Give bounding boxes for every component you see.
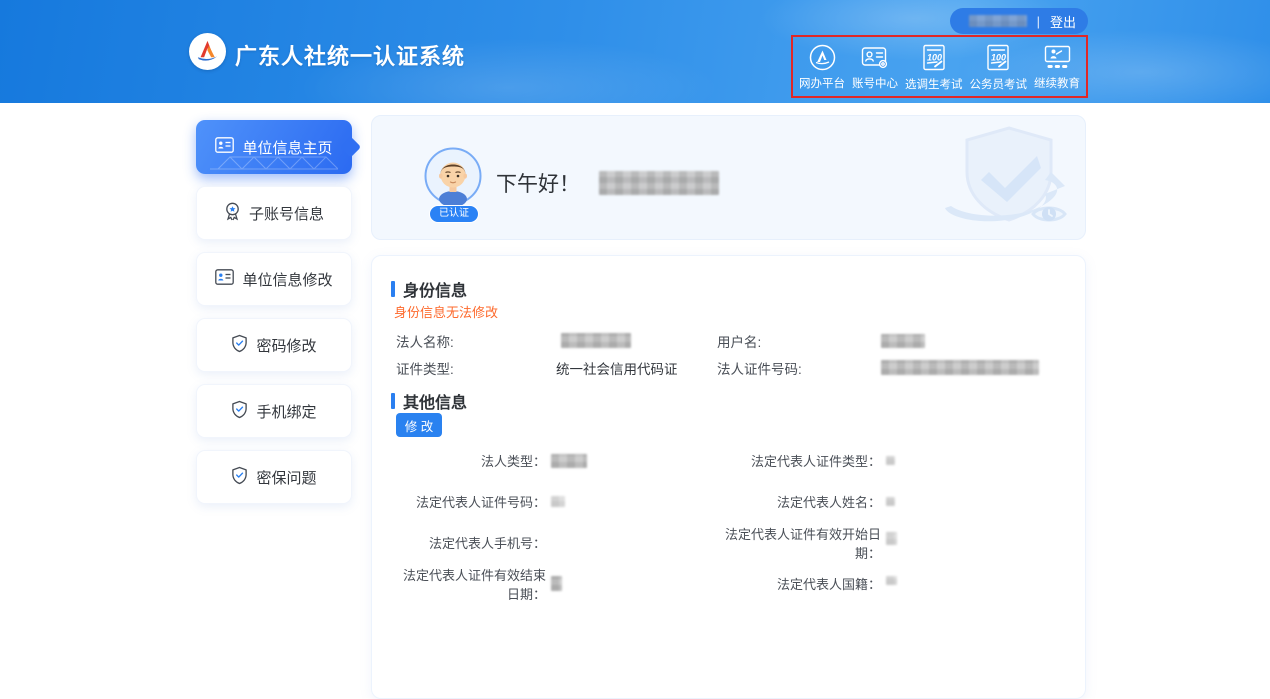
- field-cert-type: 证件类型: 统一社会信用代码证: [396, 354, 717, 381]
- identity-notice: 身份信息无法修改: [394, 302, 498, 321]
- shield-check-icon: [231, 466, 248, 489]
- shield-check-icon: [231, 400, 248, 423]
- avatar: 已认证: [424, 147, 484, 225]
- logout-button[interactable]: 登出: [1050, 12, 1076, 31]
- verified-badge: 已认证: [429, 205, 479, 223]
- nav-item-label: 公务员考试: [970, 76, 1028, 92]
- brand-logo-icon: [189, 33, 226, 70]
- id-card-icon: [215, 137, 234, 157]
- greeting-username-redacted: [599, 171, 719, 195]
- account-divider: |: [1037, 14, 1040, 29]
- header: 广东人社统一认证系统 | 登出 网办平台: [0, 0, 1270, 103]
- redacted-value: [881, 360, 1039, 375]
- redacted-value: [886, 456, 895, 465]
- sidebar-item-phone-binding[interactable]: 手机绑定: [196, 384, 352, 438]
- svg-text:100: 100: [927, 52, 942, 62]
- username-redacted: [969, 15, 1027, 27]
- field-rep-cert-end-date: 法定代表人证件有效结束日期：: [396, 565, 721, 603]
- other-fields-grid: 法人类型： 法定代表人证件类型： 法定代表人证件号码： 法定代表人姓名： 法定代…: [396, 440, 1062, 604]
- presentation-icon: [1043, 44, 1072, 71]
- nav-item-label: 网办平台: [799, 75, 845, 91]
- exam-100-icon: 100: [986, 44, 1010, 72]
- field-rep-cert-start-date: 法定代表人证件有效开始日期：: [721, 524, 1062, 562]
- sidebar-item-label: 子账号信息: [249, 203, 324, 224]
- field-rep-nationality: 法定代表人国籍：: [721, 574, 1062, 593]
- id-card-gear-icon: [861, 44, 889, 71]
- sidebar-item-label: 密码修改: [256, 335, 316, 356]
- redacted-value: [561, 333, 631, 348]
- field-rep-cert-number: 法定代表人证件号码：: [396, 492, 721, 511]
- nav-item-portal[interactable]: 网办平台: [799, 44, 845, 91]
- nav-item-civil-servant-exam[interactable]: 100 公务员考试: [970, 44, 1028, 92]
- shield-check-icon: [231, 334, 248, 357]
- quicknav-highlight-box: 网办平台 账号中心: [791, 35, 1088, 98]
- nav-item-account-center[interactable]: 账号中心: [852, 44, 898, 91]
- sidebar-item-unit-info-edit[interactable]: 单位信息修改: [196, 252, 352, 306]
- sidebar-item-security-question[interactable]: 密保问题: [196, 450, 352, 504]
- sidebar-item-sub-account-info[interactable]: 子账号信息: [196, 186, 352, 240]
- identity-section-title: 身份信息: [391, 277, 467, 301]
- sidebar-item-label: 手机绑定: [256, 401, 316, 422]
- field-legal-type: 法人类型：: [396, 451, 721, 470]
- field-username: 用户名:: [717, 327, 1062, 354]
- nav-item-label: 账号中心: [852, 75, 898, 91]
- sidebar-item-password-change[interactable]: 密码修改: [196, 318, 352, 372]
- nav-item-label: 选调生考试: [905, 76, 963, 92]
- medal-icon: [224, 202, 241, 225]
- field-legal-name: 法人名称:: [396, 327, 717, 354]
- edit-button[interactable]: 修 改: [396, 413, 442, 437]
- redacted-value: [551, 576, 562, 591]
- nav-item-continuing-education[interactable]: 继续教育: [1034, 44, 1080, 91]
- redacted-value: [881, 334, 925, 348]
- field-rep-name: 法定代表人姓名：: [721, 492, 1062, 511]
- sidebar-item-label: 密保问题: [256, 467, 316, 488]
- redacted-value: [551, 496, 565, 507]
- greeting-card: 已认证 下午好！: [371, 115, 1086, 240]
- title-accent-bar: [391, 281, 395, 297]
- nav-item-xuandiaosheng-exam[interactable]: 100 选调生考试: [905, 44, 963, 92]
- id-card-icon: [215, 269, 234, 289]
- redacted-value: [886, 532, 897, 545]
- field-rep-phone: 法定代表人手机号：: [396, 533, 721, 552]
- field-legal-cert-number: 法人证件号码:: [717, 354, 1062, 381]
- svg-text:100: 100: [991, 52, 1006, 62]
- redacted-value: [886, 576, 897, 585]
- unit-info-card: 身份信息 身份信息无法修改 法人名称: 用户名: 证件类型: 统一社会信用代码证…: [371, 255, 1086, 699]
- shield-watermark-icon: [921, 120, 1081, 238]
- page: 广东人社统一认证系统 | 登出 网办平台: [0, 0, 1270, 699]
- other-section-title: 其他信息: [391, 389, 467, 413]
- redacted-value: [551, 454, 587, 468]
- redacted-value: [886, 497, 895, 506]
- emblem-icon: [809, 44, 836, 71]
- title-accent-bar: [391, 393, 395, 409]
- nav-item-label: 继续教育: [1034, 75, 1080, 91]
- account-pill: | 登出: [950, 8, 1088, 34]
- identity-fields-grid: 法人名称: 用户名: 证件类型: 统一社会信用代码证 法人证件号码:: [396, 327, 1062, 381]
- brand-title: 广东人社统一认证系统: [235, 39, 465, 71]
- sidebar-item-label: 单位信息修改: [242, 269, 332, 290]
- exam-100-icon: 100: [922, 44, 946, 72]
- field-rep-cert-type: 法定代表人证件类型：: [721, 451, 1062, 470]
- sidebar-item-unit-info-home[interactable]: 单位信息主页: [196, 120, 352, 174]
- greeting-text: 下午好！: [496, 168, 580, 198]
